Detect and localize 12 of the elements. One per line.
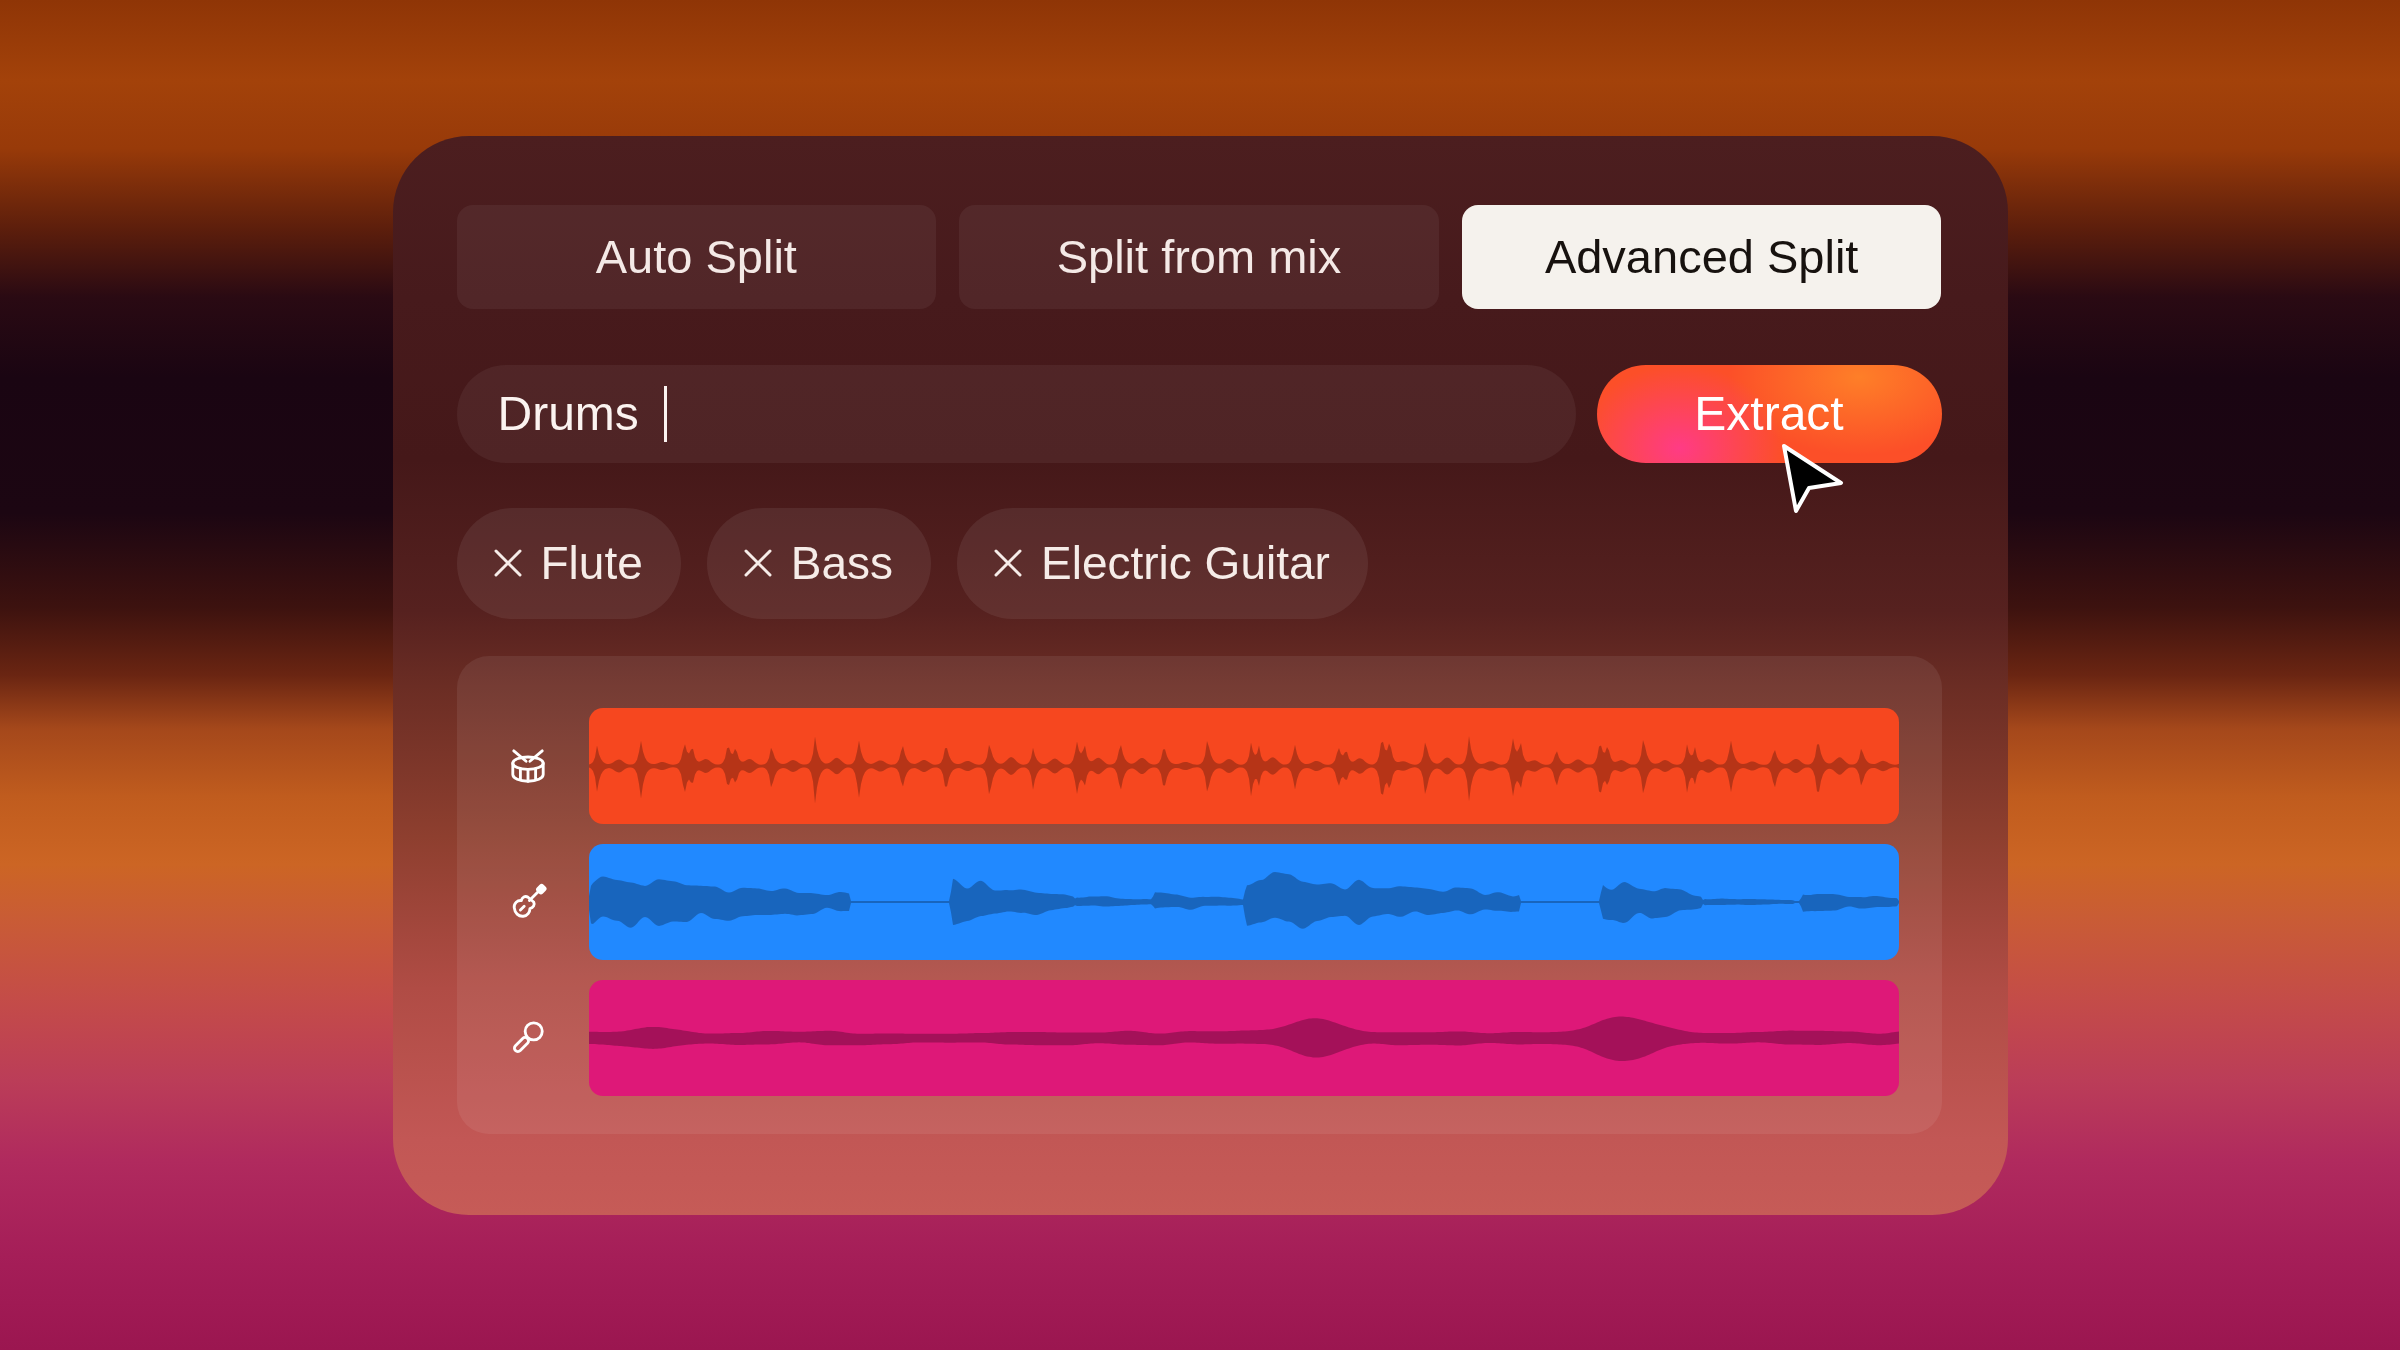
close-icon[interactable]	[493, 549, 522, 577]
mode-tab[interactable]: Auto Split	[456, 204, 937, 309]
instrument-tag[interactable]: Flute	[456, 507, 681, 619]
instrument-tag[interactable]: Bass	[706, 507, 932, 619]
mouse-pointer-icon	[1779, 442, 1845, 514]
instrument-input[interactable]: Drums	[456, 364, 1576, 463]
close-icon[interactable]	[743, 549, 772, 577]
close-icon[interactable]	[994, 549, 1023, 577]
instrument-tag[interactable]: Electric Guitar	[957, 507, 1368, 619]
drum-icon	[508, 746, 547, 785]
mode-tab[interactable]: Split from mix	[959, 204, 1439, 309]
mode-tab[interactable]: Advanced Split	[1461, 204, 1942, 309]
